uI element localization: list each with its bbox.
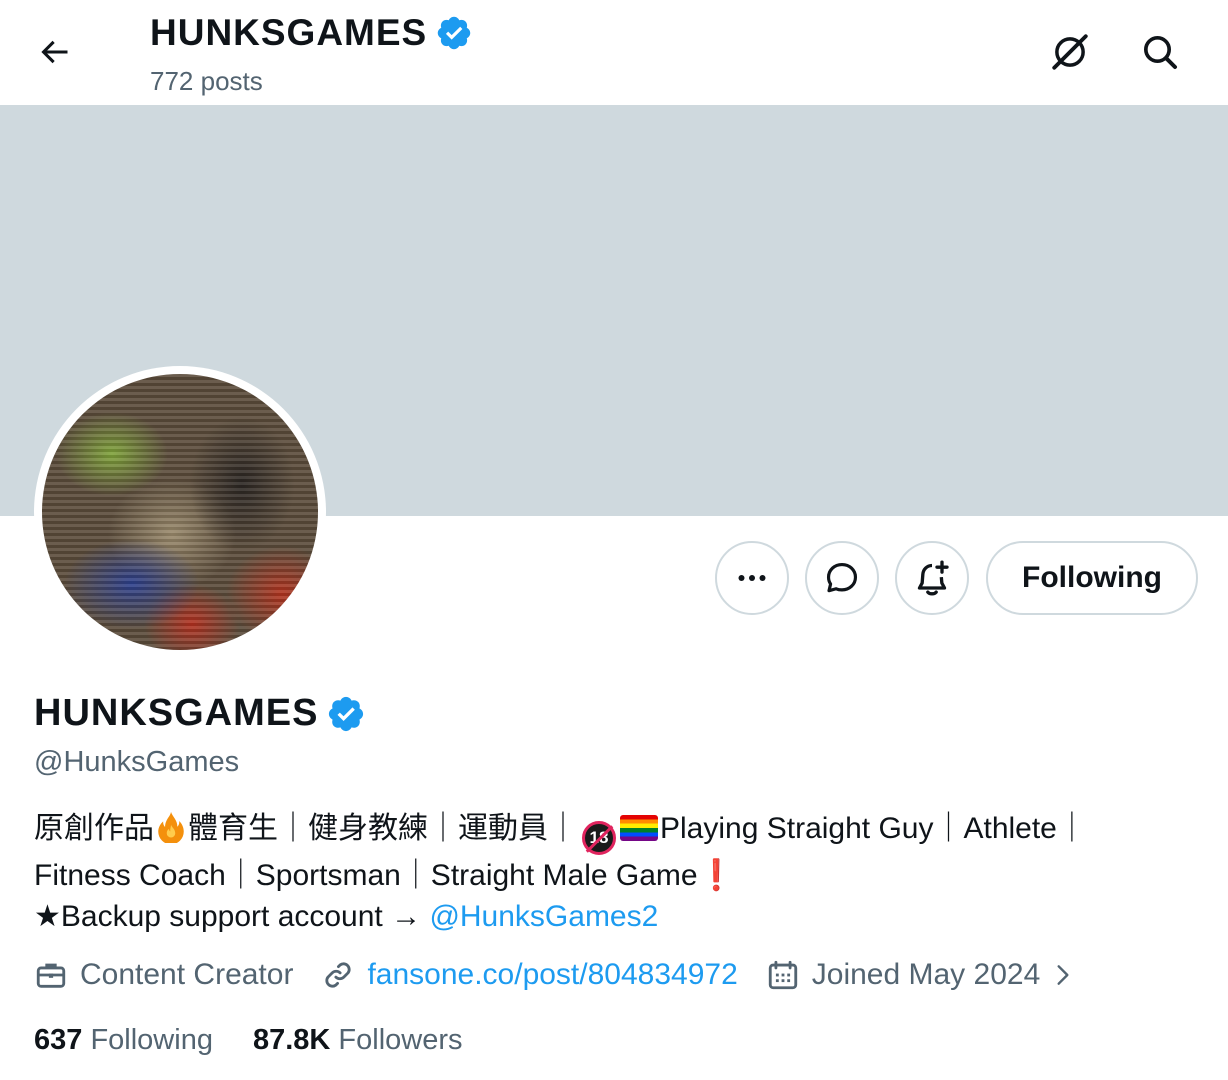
more-button[interactable] <box>715 541 789 615</box>
bio-line-1: 原創作品 體育生｜健身教練｜運動員｜ 18 Playing Straight Guy… <box>34 808 1194 855</box>
calendar-icon <box>768 960 797 990</box>
website-link[interactable]: fansone.co/post/804834972 <box>367 958 737 992</box>
bio-line-2: Fitness Coach｜Sportsman｜Straight Male Ga… <box>34 855 1194 896</box>
meta-joined[interactable]: Joined May 2024 <box>766 958 1089 992</box>
post-count: 772 posts <box>150 66 263 96</box>
link-icon <box>325 962 352 988</box>
grok-button[interactable] <box>1046 28 1094 76</box>
bio-text: 原創作品 <box>34 812 154 845</box>
briefcase-icon <box>36 963 66 988</box>
arrow-left-icon <box>41 40 68 64</box>
exclamation-icon: ❗ <box>697 859 735 892</box>
chevron-right-icon <box>1057 965 1069 985</box>
verified-badge-icon <box>438 16 471 50</box>
category-label: Content Creator <box>80 958 294 991</box>
following-count: 637 <box>34 1024 83 1056</box>
back-button[interactable] <box>28 28 80 76</box>
bio-text: Fitness Coach｜Sportsman｜Straight Male Ga… <box>34 859 698 892</box>
header-title-group: HUNKSGAMES <box>150 12 473 54</box>
profile-handle: @HunksGames <box>34 746 240 778</box>
following-label: Following <box>90 1024 213 1056</box>
search-icon <box>1144 36 1177 69</box>
verified-badge-icon[interactable] <box>326 694 366 734</box>
profile-bio: 原創作品 體育生｜健身教練｜運動員｜ 18 Playing Straight Guy… <box>34 808 1194 937</box>
more-icon <box>738 575 766 581</box>
bio-text: Playing Straight Guy｜Athlete｜ <box>660 812 1087 845</box>
backup-account-link[interactable]: @HunksGames2 <box>429 900 658 933</box>
joined-label: Joined May 2024 <box>811 958 1041 991</box>
grok-icon <box>1052 34 1088 70</box>
profile-meta: Content Creator fansone.co/post/80483497… <box>34 958 1116 992</box>
notify-button[interactable] <box>895 541 969 615</box>
bio-text: 體育生｜健身教練｜運動員｜ <box>188 812 578 845</box>
followers-stat[interactable]: 87.8K Followers <box>253 1024 463 1057</box>
following-button[interactable]: Following <box>986 541 1198 615</box>
message-icon <box>826 562 858 593</box>
avatar-frame <box>34 366 326 658</box>
meta-category: Content Creator <box>34 958 293 992</box>
followers-label: Followers <box>338 1024 463 1056</box>
rainbow-flag-icon <box>620 815 658 841</box>
search-button[interactable] <box>1136 28 1184 76</box>
top-bar: HUNKSGAMES 772 posts <box>0 0 1228 105</box>
followers-count: 87.8K <box>252 1024 331 1056</box>
bio-line-3: ★Backup support account → @HunksGames2 <box>34 896 1194 937</box>
message-button[interactable] <box>805 541 879 615</box>
header-title: HUNKSGAMES <box>150 12 428 53</box>
avatar[interactable] <box>42 374 318 650</box>
meta-website: fansone.co/post/804834972 <box>321 958 738 992</box>
profile-name: HUNKSGAMES <box>34 692 319 734</box>
profile-stats: 637 Following 87.8K Followers <box>34 1024 503 1057</box>
profile-name-row: HUNKSGAMES <box>34 692 366 735</box>
adult-18-icon: 18 <box>582 821 616 855</box>
bell-plus-icon <box>917 560 949 596</box>
following-stat[interactable]: 637 Following <box>34 1024 213 1057</box>
fire-icon <box>158 811 184 843</box>
bio-text: ★Backup support account → <box>34 900 430 933</box>
